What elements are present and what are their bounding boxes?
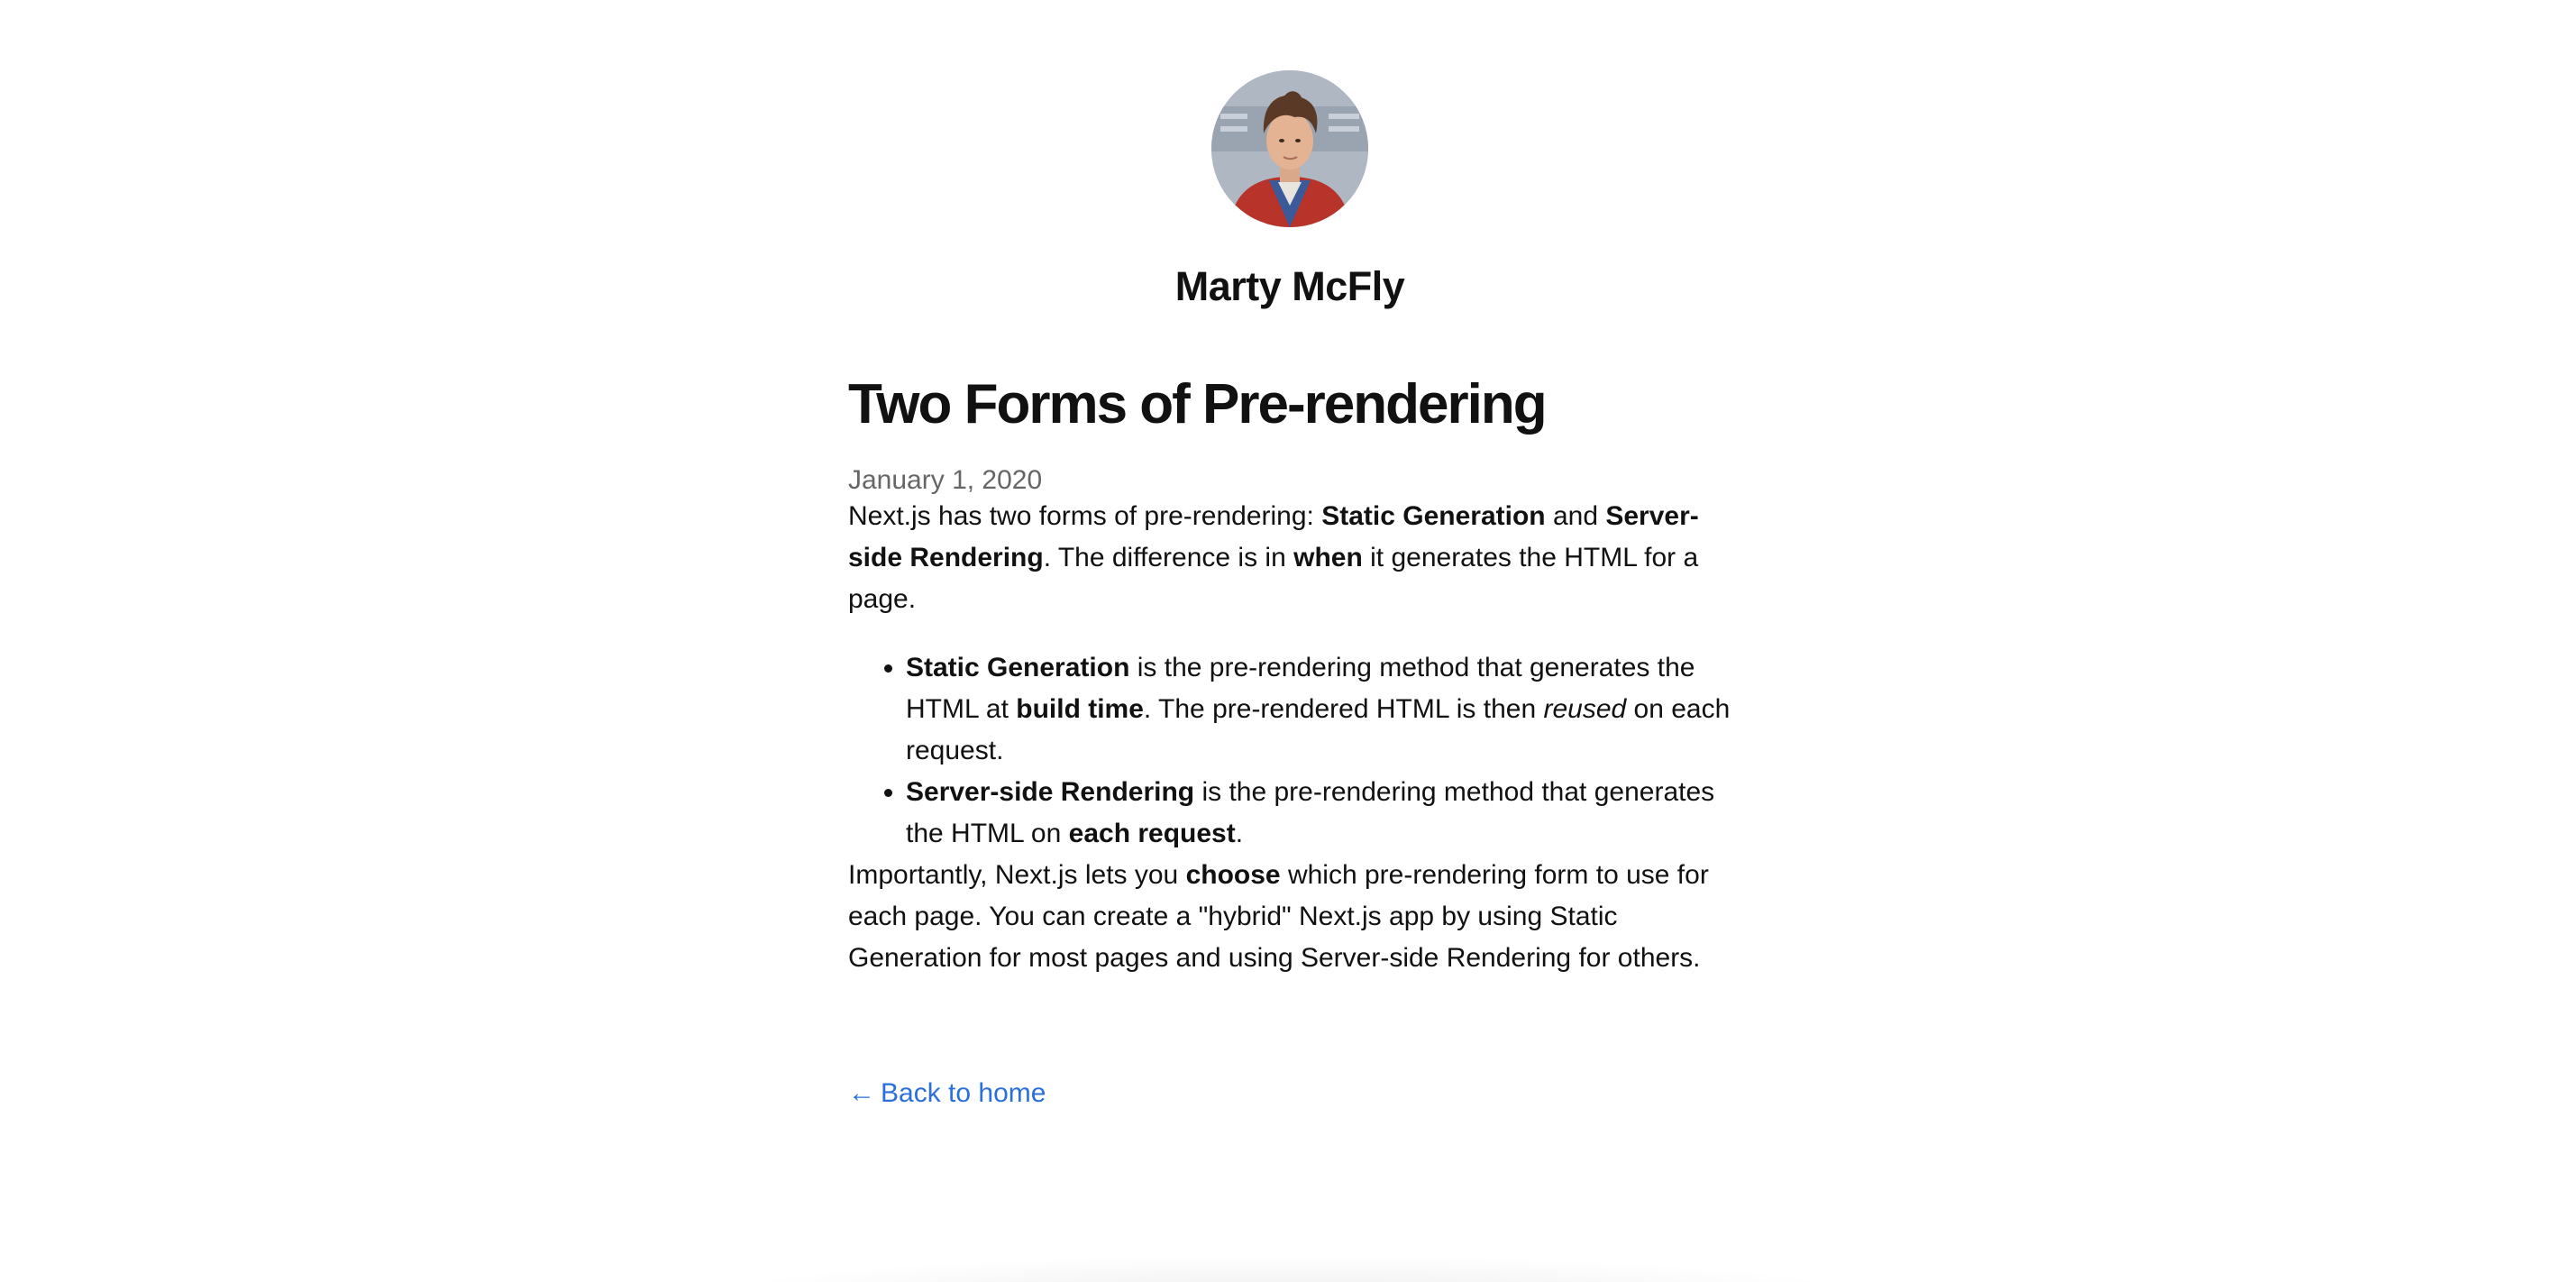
closing-paragraph: Importantly, Next.js lets you choose whi… (848, 855, 1731, 979)
post-article: Two Forms of Pre-rendering January 1, 20… (848, 371, 1731, 979)
list-item-italic: reused (1543, 694, 1627, 725)
back-link-label: Back to home (881, 1078, 1046, 1109)
list-item: Static Generation is the pre-rendering m… (906, 647, 1731, 772)
intro-text: . The difference is in (1043, 543, 1294, 573)
arrow-left-icon: ← (848, 1078, 875, 1109)
list-item-bold: Server-side Rendering (906, 777, 1195, 808)
intro-bold: when (1293, 543, 1363, 573)
intro-paragraph: Next.js has two forms of pre-rendering: … (848, 496, 1731, 620)
page: Marty McFly Two Forms of Pre-rendering J… (848, 0, 1731, 1109)
post-body: Next.js has two forms of pre-rendering: … (848, 496, 1731, 979)
post-date: January 1, 2020 (848, 465, 1043, 496)
avatar (1211, 70, 1368, 227)
list-item-text: . (1235, 819, 1244, 849)
author-name: Marty McFly (1174, 263, 1405, 309)
profile-photo-icon (1211, 70, 1368, 227)
back-to-home-link[interactable]: ← Back to home (848, 1078, 1046, 1109)
intro-bold: Static Generation (1321, 501, 1546, 532)
closing-text: Importantly, Next.js lets you (848, 860, 1186, 891)
list-item-bold: Static Generation (906, 653, 1130, 683)
list-item-text: . The pre-rendered HTML is then (1143, 694, 1544, 725)
list-item-bold: build time (1016, 694, 1144, 725)
bottom-shadow (721, 1255, 1857, 1282)
rendering-list: Static Generation is the pre-rendering m… (848, 647, 1731, 855)
list-item-bold: each request (1068, 819, 1236, 849)
list-item: Server-side Rendering is the pre-renderi… (906, 772, 1731, 855)
intro-text: and (1545, 501, 1606, 532)
intro-text: Next.js has two forms of pre-rendering: (848, 501, 1322, 532)
post-title: Two Forms of Pre-rendering (848, 373, 1548, 435)
site-header: Marty McFly (848, 0, 1731, 310)
closing-bold: choose (1185, 860, 1281, 891)
